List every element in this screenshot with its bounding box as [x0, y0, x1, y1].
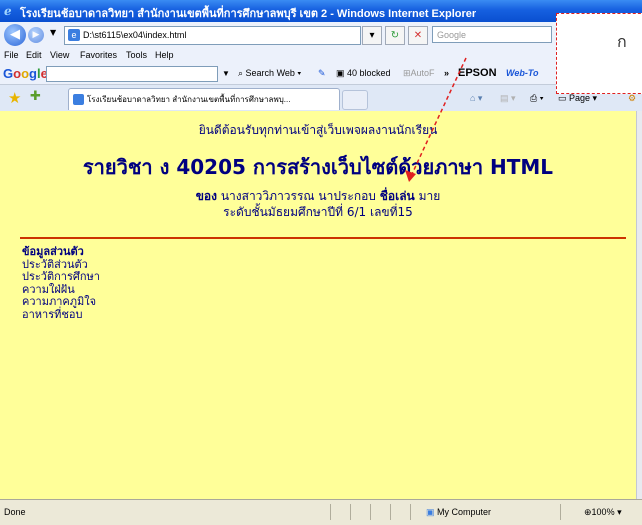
student-name: นางสาววิภาวรรณ นาประกอบ: [220, 189, 376, 203]
menu-tools[interactable]: Tools: [126, 47, 147, 63]
status-divider: [330, 504, 331, 520]
forward-arrow-icon[interactable]: ▶: [28, 27, 44, 43]
autofill-label: AutoF: [410, 68, 435, 78]
menu-link-food[interactable]: อาหารที่ชอบ: [22, 308, 100, 322]
tab-label: โรงเรียนช้อบาดาลวิทยา สำนักงานเขตพื้นที่…: [87, 95, 291, 104]
stop-icon[interactable]: ✕: [408, 26, 428, 45]
back-arrow-icon[interactable]: ◀: [4, 24, 26, 46]
ie-window: ℯ โรงเรียนช้อบาดาลวิทยา สำนักงานเขตพื้นท…: [0, 0, 642, 525]
address-url: D:\st6115\ex04\index.html: [83, 30, 187, 40]
zoom-level: 100%: [591, 507, 615, 517]
course-title: รายวิชา ง 40205 การสร้างเว็บไซต์ด้วยภาษา…: [82, 155, 554, 179]
annotation-callout: ก: [556, 13, 642, 94]
menu-bar: File Edit View Favorites Tools Help: [0, 47, 642, 63]
zoom-button[interactable]: ⊕100% ▾: [584, 500, 622, 524]
ie-logo-icon: ℯ: [4, 4, 12, 18]
refresh-icon[interactable]: ↻: [385, 26, 405, 45]
nickname-label: ชื่อเล่น: [379, 189, 415, 203]
news-icon[interactable]: ✎: [318, 63, 326, 84]
google-toolbar: Google ▼ ⌕ Search Web ▾ ✎ ▣ 40 blocked ⊞…: [0, 63, 642, 85]
divider: [20, 237, 626, 239]
status-divider: [560, 504, 561, 520]
web-to-button[interactable]: Web-To: [506, 63, 539, 84]
feeds-icon[interactable]: ▤ ▾: [500, 85, 516, 111]
home-icon[interactable]: ⌂ ▾: [470, 85, 482, 111]
add-favorites-icon[interactable]: ✚: [30, 89, 41, 104]
vertical-scrollbar[interactable]: [636, 111, 642, 499]
google-logo[interactable]: Google: [3, 63, 48, 84]
autofill-button[interactable]: ⊞AutoF: [403, 63, 435, 84]
menu-favorites[interactable]: Favorites: [80, 47, 117, 63]
computer-icon: ▣: [426, 507, 435, 517]
callout-text: ก: [617, 32, 627, 51]
search-input[interactable]: Google: [432, 26, 552, 43]
address-field[interactable]: e D:\st6115\ex04\index.html: [64, 26, 361, 45]
google-search-dropdown-icon[interactable]: ▼: [222, 63, 230, 84]
page-menu-label: Page: [569, 93, 591, 103]
favorites-star-icon[interactable]: ★: [8, 89, 21, 107]
title-bar: ℯ โรงเรียนช้อบาดาลวิทยา สำนักงานเขตพื้นท…: [0, 0, 642, 22]
by-label: ของ: [195, 189, 217, 203]
search-web-label: Search Web: [245, 68, 295, 78]
popup-blocker-button[interactable]: ▣ 40 blocked: [336, 63, 391, 84]
menu-edit[interactable]: Edit: [26, 47, 42, 63]
window-title: โรงเรียนช้อบาดาลวิทยา สำนักงานเขตพื้นที่…: [20, 8, 477, 20]
blocked-count: 40 blocked: [347, 68, 391, 78]
status-divider: [390, 504, 391, 520]
tab-active[interactable]: โรงเรียนช้อบาดาลวิทยา สำนักงานเขตพื้นที่…: [68, 88, 340, 110]
page-icon: e: [68, 29, 80, 41]
menu-link-education[interactable]: ประวัติการศึกษา: [22, 271, 100, 284]
status-divider: [350, 504, 351, 520]
binoculars-icon: ⌕: [238, 68, 246, 78]
print-icon[interactable]: ⎙ ▾: [530, 85, 543, 111]
status-text: Done: [4, 507, 26, 517]
menu-file[interactable]: File: [4, 47, 19, 63]
tab-page-icon: [73, 94, 84, 105]
class-level: ระดับชั้นมัธยมศึกษาปีที่ 6/1 เลขที่15: [223, 205, 413, 219]
side-menu: ข้อมูลส่วนตัว ประวัติส่วนตัว ประวัติการศ…: [22, 245, 100, 322]
status-bar: Done ▣ My Computer ⊕100% ▾: [0, 499, 642, 525]
page-content: ยินดีต้อนรับทุกท่านเข้าสู่เว็บเพจผลงานนั…: [0, 111, 636, 499]
more-chevron-icon[interactable]: »: [444, 63, 449, 84]
zone-label: My Computer: [437, 507, 492, 517]
nickname: มาย: [418, 189, 441, 203]
menu-view[interactable]: View: [50, 47, 69, 63]
welcome-heading: ยินดีต้อนรับทุกท่านเข้าสู่เว็บเพจผลงานนั…: [198, 123, 438, 137]
history-dropdown-icon[interactable]: ▼: [50, 28, 56, 37]
status-divider: [410, 504, 411, 520]
new-tab-button[interactable]: [342, 90, 368, 110]
tab-row: ★ ✚ โรงเรียนช้อบาดาลวิทยา สำนักงานเขตพื้…: [0, 85, 642, 112]
address-row: ◀ ▶ ▼ e D:\st6115\ex04\index.html ▾ ↻ ✕ G…: [0, 22, 642, 47]
menu-help[interactable]: Help: [155, 47, 174, 63]
address-dropdown-button[interactable]: ▾: [362, 26, 382, 45]
google-search-input[interactable]: [46, 66, 218, 82]
status-divider: [370, 504, 371, 520]
zoom-icon: ⊕: [584, 507, 592, 517]
zone-indicator: ▣ My Computer: [426, 500, 491, 524]
search-web-button[interactable]: ⌕ Search Web ▾: [238, 63, 301, 84]
epson-logo[interactable]: EPSON: [458, 63, 497, 84]
menu-heading: ข้อมูลส่วนตัว: [22, 245, 84, 258]
